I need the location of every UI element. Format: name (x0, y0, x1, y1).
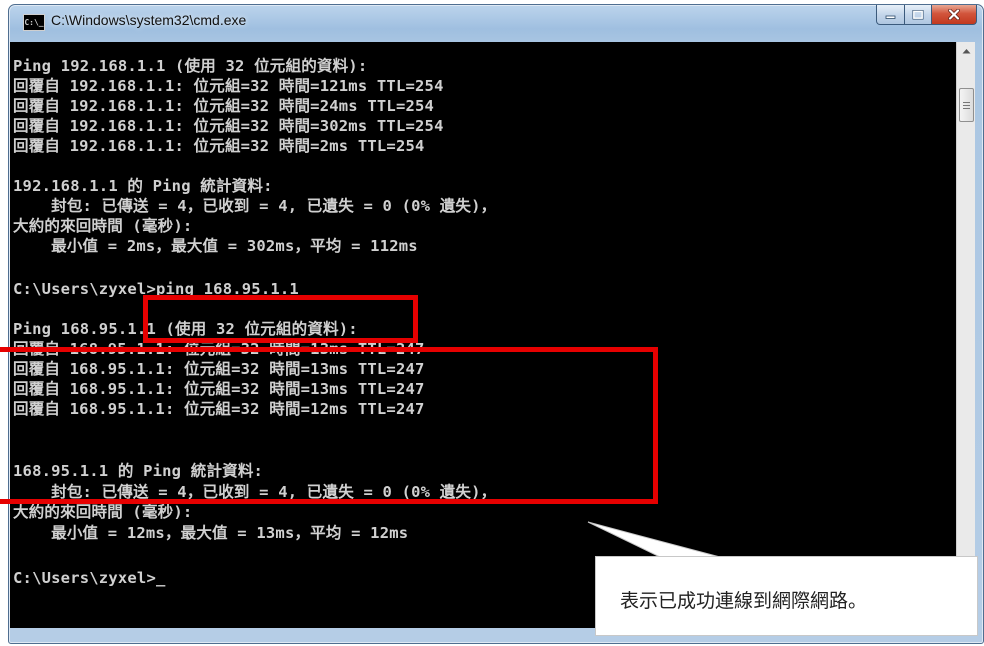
console-line: 回覆自 192.168.1.1: 位元組=32 時間=24ms TTL=254 (13, 97, 435, 115)
minimize-icon (885, 15, 896, 19)
reply-highlight-box (0, 347, 658, 504)
console-line: 最小值 = 12ms，最大值 = 13ms，平均 = 12ms (13, 524, 409, 542)
console-line: 回覆自 192.168.1.1: 位元組=32 時間=121ms TTL=254 (13, 77, 444, 95)
caption-buttons (876, 5, 977, 25)
command-highlight-box (143, 295, 418, 343)
title-bar[interactable]: C:\_ C:\Windows\system32\cmd.exe (9, 5, 983, 35)
scrollbar-thumb[interactable] (959, 88, 974, 122)
console-line: 192.168.1.1 的 Ping 統計資料: (13, 177, 273, 195)
grip-icon (963, 101, 970, 109)
close-button[interactable] (932, 5, 977, 25)
vertical-scrollbar[interactable] (956, 42, 975, 628)
scroll-up-arrow-icon (962, 49, 970, 54)
console-line: 封包: 已傳送 = 4，已收到 = 4, 已遺失 = 0 (0% 遺失)， (13, 197, 497, 215)
window-title: C:\Windows\system32\cmd.exe (51, 12, 247, 28)
console-line: 回覆自 192.168.1.1: 位元組=32 時間=302ms TTL=254 (13, 117, 444, 135)
console-line: 大約的來回時間 (毫秒): (13, 217, 193, 235)
maximize-button[interactable] (905, 5, 932, 25)
cmd-icon[interactable]: C:\_ (23, 14, 45, 31)
scroll-up-button[interactable] (957, 42, 975, 60)
console-line: 回覆自 192.168.1.1: 位元組=32 時間=2ms TTL=254 (13, 137, 425, 155)
minimize-button[interactable] (876, 5, 905, 25)
console-line: Ping 192.168.1.1 (使用 32 位元組的資料): (13, 57, 368, 75)
callout-text: 表示已成功連線到網際網路。 (620, 590, 868, 612)
maximize-icon (912, 9, 924, 19)
console-line: 大約的來回時間 (毫秒): (13, 503, 193, 521)
console-line: C:\Users\zyxel>_ (13, 569, 166, 587)
console-line: 最小值 = 2ms，最大值 = 302ms，平均 = 112ms (13, 237, 418, 255)
close-icon (948, 9, 960, 20)
